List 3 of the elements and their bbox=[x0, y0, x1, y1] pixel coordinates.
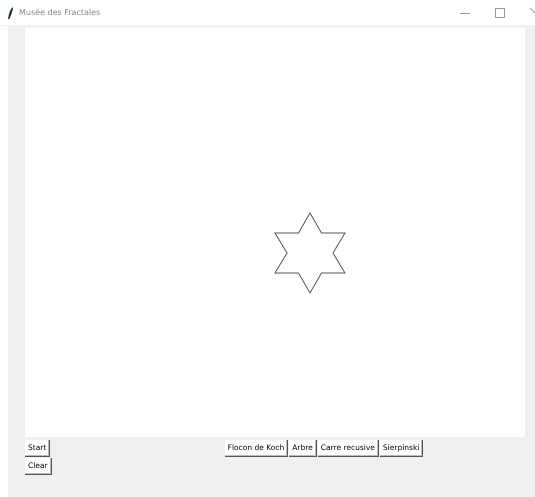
window-title: Musée des Fractales bbox=[19, 8, 100, 17]
feather-icon bbox=[8, 6, 14, 18]
maximize-icon[interactable] bbox=[495, 8, 505, 18]
